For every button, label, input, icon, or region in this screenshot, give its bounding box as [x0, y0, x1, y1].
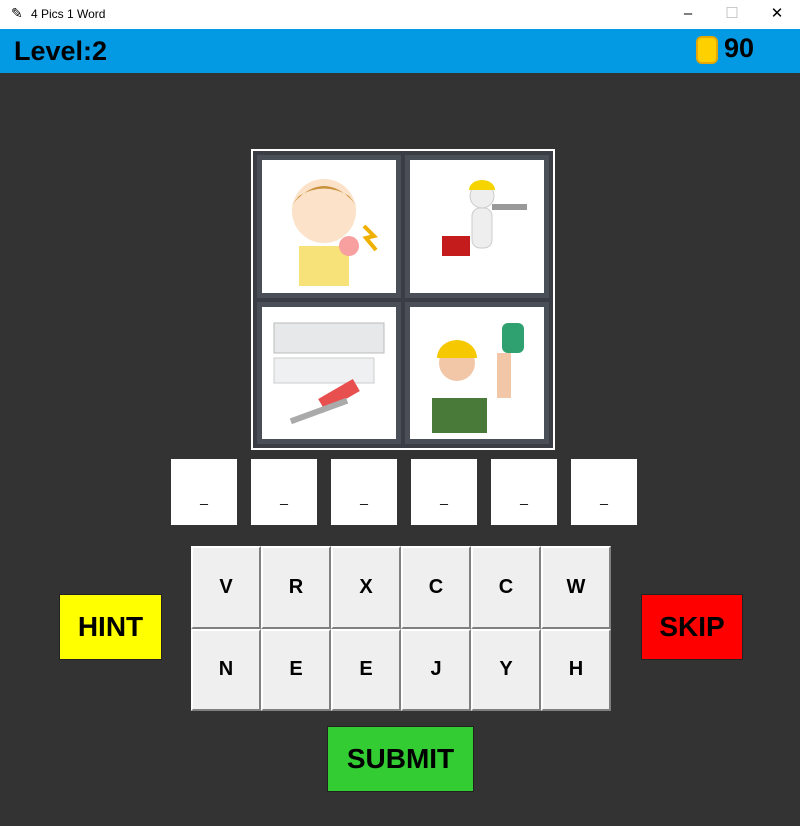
letter-key[interactable]: Y — [471, 628, 541, 711]
letter-key[interactable]: E — [261, 628, 331, 711]
letter-key[interactable]: N — [191, 628, 261, 711]
minimize-button[interactable]: – — [673, 3, 703, 25]
letter-key[interactable]: C — [471, 546, 541, 629]
answer-slot[interactable]: _ — [251, 459, 317, 525]
hint-button[interactable]: HINT — [59, 594, 162, 660]
answer-slot[interactable]: _ — [571, 459, 637, 525]
feather-icon: ✎ — [11, 5, 23, 21]
maximize-button[interactable]: ☐ — [717, 3, 747, 25]
letter-key[interactable]: E — [331, 628, 401, 711]
letter-key[interactable]: J — [401, 628, 471, 711]
answer-slot[interactable]: _ — [171, 459, 237, 525]
worker-toolbox-illustration — [442, 180, 527, 257]
picture-2 — [405, 155, 549, 298]
header-bar: Level:2 90 — [0, 29, 800, 73]
level-label: Level:2 — [14, 36, 108, 66]
letter-key[interactable]: V — [191, 546, 261, 629]
blueprints-wrench-illustration — [273, 322, 385, 424]
answer-slot[interactable]: _ — [411, 459, 477, 525]
woman-hardhat-illustration — [432, 322, 524, 433]
letter-key[interactable]: W — [541, 546, 611, 629]
picture-1 — [257, 155, 401, 298]
title-bar: ✎ 4 Pics 1 Word – ☐ ✕ — [0, 0, 800, 29]
letter-keyboard: V R X C C W N E E J Y H — [191, 546, 611, 711]
answer-slot[interactable]: _ — [491, 459, 557, 525]
close-button[interactable]: ✕ — [762, 3, 792, 25]
submit-button[interactable]: SUBMIT — [327, 726, 474, 792]
picture-3 — [257, 301, 401, 444]
window-title: 4 Pics 1 Word — [31, 7, 106, 21]
gem-coin-icon — [696, 36, 718, 64]
picture-4 — [405, 301, 549, 444]
letter-key[interactable]: H — [541, 628, 611, 711]
answer-slot[interactable]: _ — [331, 459, 397, 525]
letter-key[interactable]: R — [261, 546, 331, 629]
girl-pain-illustration — [291, 179, 378, 287]
skip-button[interactable]: SKIP — [641, 594, 743, 660]
letter-key[interactable]: X — [331, 546, 401, 629]
picture-grid — [251, 149, 555, 450]
letter-key[interactable]: C — [401, 546, 471, 629]
coin-count: 90 — [724, 33, 755, 63]
